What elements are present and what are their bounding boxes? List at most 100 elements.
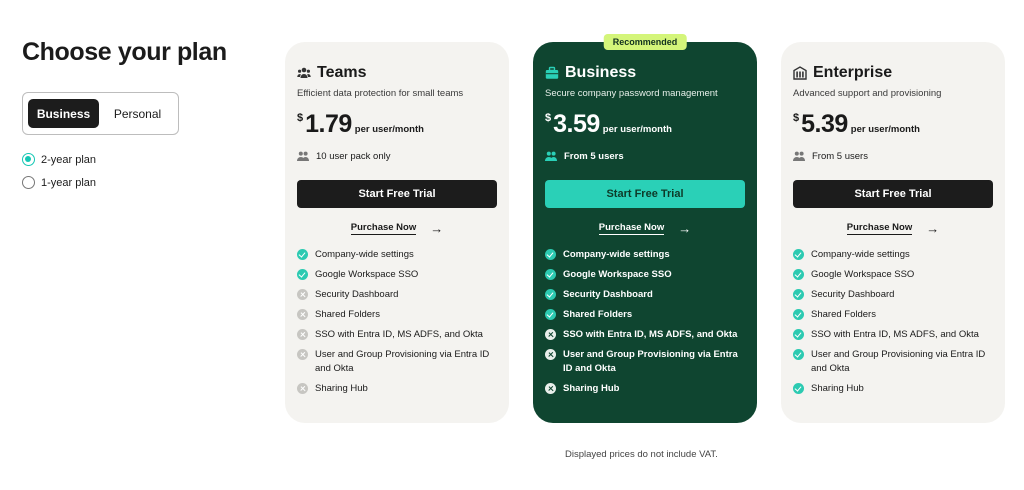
check-icon — [545, 289, 556, 300]
user-count: From 5 users — [793, 149, 993, 163]
feature-label: User and Group Provisioning via Entra ID… — [563, 349, 738, 374]
check-icon — [297, 269, 308, 280]
feature-item: Shared Folders — [793, 308, 993, 322]
cross-icon — [545, 349, 556, 360]
feature-item: User and Group Provisioning via Entra ID… — [297, 348, 497, 375]
price: $ 3.59 per user/month — [545, 110, 745, 140]
purchase-now-label: Purchase Now — [598, 222, 665, 235]
feature-label: User and Group Provisioning via Entra ID… — [315, 349, 490, 374]
feature-item: Security Dashboard — [793, 288, 993, 302]
users-icon — [793, 151, 805, 161]
feature-label: Shared Folders — [563, 309, 633, 320]
users-icon — [297, 151, 309, 161]
arrow-right-icon: → — [678, 221, 692, 236]
price: $ 5.39 per user/month — [793, 110, 993, 140]
feature-item: Sharing Hub — [297, 382, 497, 396]
billing-option-label: 2-year plan — [41, 153, 97, 166]
check-icon — [793, 329, 804, 340]
currency-symbol: $ — [793, 112, 800, 124]
feature-list: Company-wide settings Google Workspace SS… — [793, 248, 993, 395]
price-amount: 5.39 — [801, 110, 848, 138]
users-icon — [545, 151, 557, 161]
feature-label: Sharing Hub — [315, 382, 368, 394]
feature-item: SSO with Entra ID, MS ADFS, and Okta — [793, 328, 993, 342]
feature-label: Company-wide settings — [563, 249, 670, 260]
radio-checked-icon[interactable] — [22, 153, 35, 166]
feature-label: SSO with Entra ID, MS ADFS, and Okta — [811, 329, 979, 340]
purchase-now-label: Purchase Now — [350, 222, 417, 235]
briefcase-icon — [545, 66, 559, 80]
price-unit: per user/month — [850, 124, 920, 135]
start-free-trial-button[interactable]: Start Free Trial — [297, 180, 497, 208]
feature-item: Google Workspace SSO — [793, 268, 993, 282]
feature-label: Google Workspace SSO — [811, 269, 915, 280]
check-icon — [545, 309, 556, 320]
cross-icon — [545, 382, 556, 394]
building-icon — [793, 66, 807, 80]
feature-list: Company-wide settings Google Workspace SS… — [297, 248, 497, 395]
check-icon — [793, 289, 804, 300]
radio-unchecked-icon[interactable] — [22, 176, 35, 189]
cross-icon — [545, 329, 556, 340]
billing-option-1-year[interactable]: 1-year plan — [22, 176, 96, 189]
feature-label: SSO with Entra ID, MS ADFS, and Okta — [563, 329, 738, 340]
feature-label: Security Dashboard — [563, 289, 653, 300]
feature-label: Sharing Hub — [563, 382, 620, 394]
purchase-now-label: Purchase Now — [846, 222, 913, 235]
price-unit: per user/month — [354, 124, 424, 135]
check-icon — [297, 249, 308, 260]
plan-type-toggle: Business Personal — [22, 92, 179, 135]
check-icon — [793, 349, 804, 360]
personal-tab[interactable]: Personal — [102, 99, 173, 128]
feature-label: Security Dashboard — [315, 289, 399, 300]
billing-option-2-year[interactable]: 2-year plan — [22, 153, 96, 166]
feature-item: Company-wide settings — [545, 248, 745, 262]
plan-description: Secure company password management — [545, 88, 718, 99]
user-count: From 5 users — [545, 149, 745, 163]
currency-symbol: $ — [297, 112, 304, 124]
price-amount: 1.79 — [305, 110, 352, 138]
check-icon — [793, 309, 804, 320]
purchase-now-link[interactable]: Purchase Now → — [545, 221, 745, 236]
start-free-trial-button[interactable]: Start Free Trial — [793, 180, 993, 208]
arrow-right-icon: → — [430, 221, 444, 236]
feature-item: Shared Folders — [297, 308, 497, 322]
plan-description: Advanced support and provisioning — [793, 88, 942, 99]
plan-name: Enterprise — [813, 64, 893, 81]
plan-card-business: Recommended Business Secure company pass… — [533, 34, 757, 423]
feature-item: Google Workspace SSO — [545, 268, 745, 282]
feature-label: Google Workspace SSO — [315, 269, 419, 280]
feature-item: Google Workspace SSO — [297, 268, 497, 282]
check-icon — [545, 269, 556, 280]
currency-symbol: $ — [545, 112, 552, 124]
feature-item: Shared Folders — [545, 308, 745, 322]
recommended-badge: Recommended — [603, 34, 687, 50]
check-icon — [793, 249, 804, 260]
feature-label: SSO with Entra ID, MS ADFS, and Okta — [315, 329, 483, 340]
feature-list: Company-wide settings Google Workspace SS… — [545, 248, 745, 395]
vat-note: Displayed prices do not include VAT. — [565, 449, 718, 460]
start-free-trial-button[interactable]: Start Free Trial — [545, 180, 745, 208]
plan-name: Business — [565, 64, 637, 81]
price: $ 1.79 per user/month — [297, 110, 497, 140]
plan-card-teams: Teams Efficient data protection for smal… — [285, 42, 509, 423]
feature-item: User and Group Provisioning via Entra ID… — [793, 348, 993, 375]
user-count-label: From 5 users — [812, 150, 868, 162]
cross-icon — [297, 329, 308, 340]
arrow-right-icon: → — [926, 221, 940, 236]
feature-item: Sharing Hub — [545, 382, 745, 396]
business-tab[interactable]: Business — [28, 99, 99, 128]
purchase-now-link[interactable]: Purchase Now → — [297, 221, 497, 236]
feature-item: Security Dashboard — [297, 288, 497, 302]
user-count-label: 10 user pack only — [316, 150, 391, 162]
feature-label: Company-wide settings — [811, 249, 910, 260]
price-unit: per user/month — [602, 124, 672, 135]
cross-icon — [297, 289, 308, 300]
purchase-now-link[interactable]: Purchase Now → — [793, 221, 993, 236]
billing-option-label: 1-year plan — [41, 176, 97, 189]
cross-icon — [297, 382, 308, 394]
page-title: Choose your plan — [22, 38, 227, 66]
feature-label: Google Workspace SSO — [563, 269, 672, 280]
feature-label: Company-wide settings — [315, 249, 414, 260]
plan-card-enterprise: Enterprise Advanced support and provisio… — [781, 42, 1005, 423]
